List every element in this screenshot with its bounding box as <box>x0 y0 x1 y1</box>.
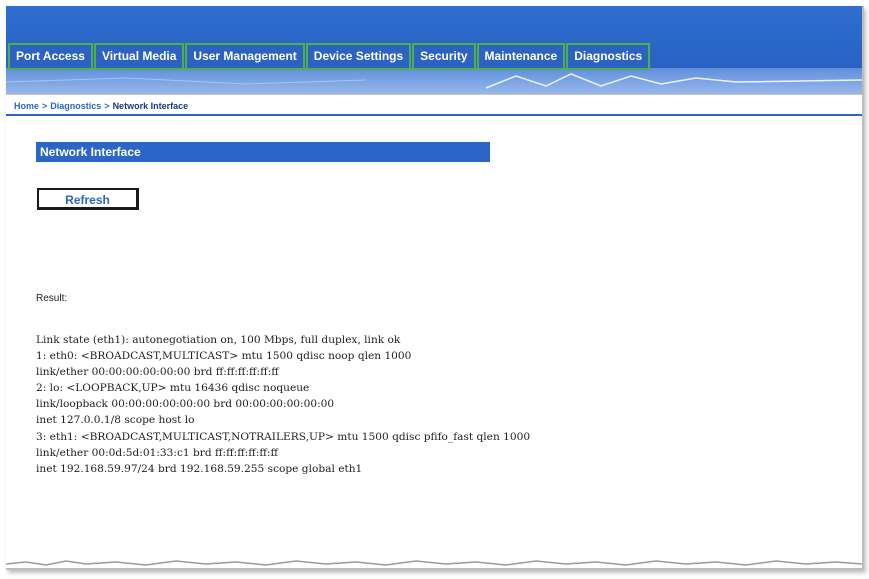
breadcrumb-separator: > <box>104 101 110 111</box>
tab-maintenance[interactable]: Maintenance <box>476 43 566 70</box>
tab-virtual-media[interactable]: Virtual Media <box>93 43 185 70</box>
tab-diagnostics[interactable]: Diagnostics <box>566 43 651 70</box>
result-line: link/ether 00:00:00:00:00:00 brd ff:ff:f… <box>36 366 279 379</box>
result-line: link/ether 00:0d:5d:01:33:c1 brd ff:ff:f… <box>36 446 279 459</box>
tab-user-management[interactable]: User Management <box>185 43 305 70</box>
header-wave-graphic <box>6 68 862 94</box>
tab-security[interactable]: Security <box>412 43 476 70</box>
result-output: Link state (eth1): autonegotiation on, 1… <box>36 332 530 477</box>
result-line: 2: lo: <LOOPBACK,UP> mtu 16436 qdisc noq… <box>36 382 310 395</box>
result-line: 3: eth1: <BROADCAST,MULTICAST,NOTRAILERS… <box>36 430 531 443</box>
breadcrumb-diagnostics-link[interactable]: Diagnostics <box>50 101 101 111</box>
breadcrumb-separator: > <box>42 101 48 111</box>
window-frame: Port Access Virtual Media User Managemen… <box>6 6 864 570</box>
panel-title: Network Interface <box>36 142 490 162</box>
main-nav: Port Access Virtual Media User Managemen… <box>8 43 651 70</box>
result-label: Result: <box>36 293 68 304</box>
breadcrumb-home-link[interactable]: Home <box>14 101 39 111</box>
tab-port-access[interactable]: Port Access <box>8 43 93 70</box>
page: Port Access Virtual Media User Managemen… <box>0 0 869 579</box>
tab-device-settings[interactable]: Device Settings <box>305 43 412 70</box>
result-line: Link state (eth1): autonegotiation on, 1… <box>36 334 401 346</box>
header: Port Access Virtual Media User Managemen… <box>6 6 862 94</box>
result-line: inet 192.168.59.97/24 brd 192.168.59.255… <box>36 462 363 475</box>
breadcrumb: Home > Diagnostics > Network Interface <box>6 94 862 116</box>
result-line: inet 127.0.0.1/8 scope host lo <box>36 414 195 427</box>
breadcrumb-current: Network Interface <box>112 101 189 111</box>
refresh-button[interactable]: Refresh <box>37 188 139 210</box>
torn-edge-decoration <box>6 560 862 566</box>
result-line: link/loopback 00:00:00:00:00:00 brd 00:0… <box>36 398 335 411</box>
result-line: 1: eth0: <BROADCAST,MULTICAST> mtu 1500 … <box>36 350 412 363</box>
